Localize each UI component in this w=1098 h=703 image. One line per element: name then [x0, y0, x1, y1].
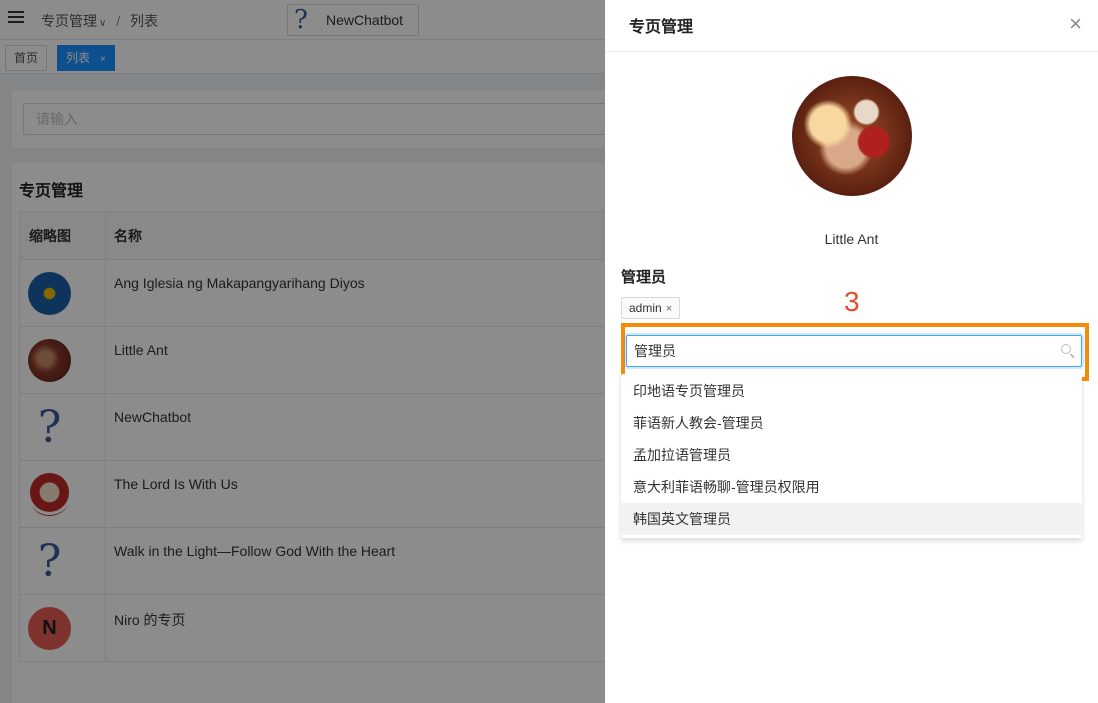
admin-tag: admin ×: [621, 297, 681, 319]
page-avatar: [792, 76, 912, 196]
select-value: 管理员: [634, 343, 676, 359]
close-icon[interactable]: ×: [1069, 12, 1082, 36]
close-icon[interactable]: ×: [666, 303, 672, 315]
admin-dropdown: 印地语专页管理员 菲语新人教会-管理员 孟加拉语管理员 意大利菲语畅聊-管理员权…: [621, 374, 1082, 538]
dropdown-option[interactable]: 印地语专页管理员: [621, 375, 1082, 407]
dropdown-option[interactable]: 菲语新人教会-管理员: [621, 407, 1082, 439]
step-marker: 3: [844, 286, 860, 317]
admin-tag-label: admin: [629, 301, 662, 315]
page-drawer: 专页管理 × Little Ant 管理员 admin × 3 管理员 印地语专页…: [605, 0, 1098, 703]
drawer-header: 专页管理 ×: [605, 0, 1098, 52]
dropdown-option[interactable]: 意大利菲语畅聊-管理员权限用: [621, 471, 1082, 503]
page-name: Little Ant: [824, 231, 879, 247]
admin-search-select[interactable]: 管理员: [626, 335, 1082, 367]
drawer-title: 专页管理: [629, 19, 694, 36]
dropdown-option[interactable]: 孟加拉语管理员: [621, 439, 1082, 471]
dropdown-option[interactable]: 韩国英文管理员: [621, 503, 1082, 535]
search-icon: [1061, 344, 1071, 354]
admins-label: 管理员: [621, 269, 667, 286]
